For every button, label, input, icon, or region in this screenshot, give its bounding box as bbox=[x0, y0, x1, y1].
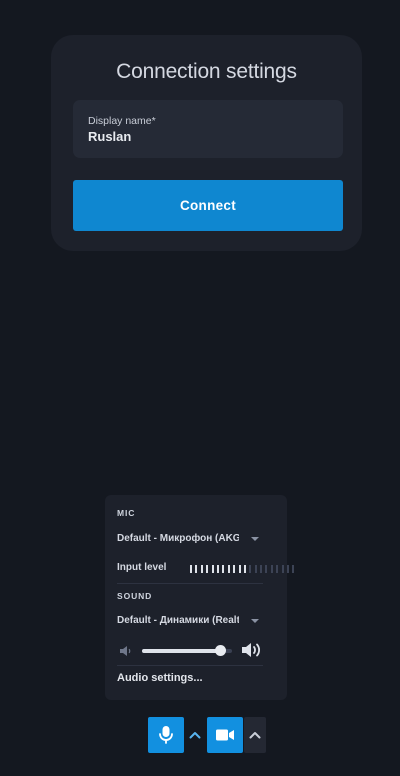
connection-settings-card: Connection settings Display name* Ruslan… bbox=[51, 35, 362, 251]
mic-section-label: MIC bbox=[117, 508, 136, 518]
level-segment bbox=[254, 565, 257, 573]
chevron-up-icon bbox=[189, 732, 201, 739]
divider bbox=[117, 665, 263, 666]
level-segment bbox=[190, 565, 192, 573]
input-level-meter bbox=[190, 565, 295, 573]
mic-options-button[interactable] bbox=[184, 717, 206, 753]
level-segment bbox=[195, 565, 198, 573]
connect-button[interactable]: Connect bbox=[73, 180, 343, 231]
volume-slider[interactable] bbox=[142, 645, 232, 656]
level-segment bbox=[233, 565, 236, 573]
level-segment bbox=[276, 565, 279, 573]
level-segment bbox=[281, 565, 284, 573]
level-segment bbox=[206, 565, 209, 573]
level-segment bbox=[260, 565, 263, 573]
level-segment bbox=[270, 565, 273, 573]
volume-slider-thumb[interactable] bbox=[215, 645, 227, 656]
volume-slider-fill bbox=[142, 649, 222, 653]
card-title: Connection settings bbox=[116, 60, 297, 83]
sound-section-label: SOUND bbox=[117, 591, 153, 601]
chevron-up-icon bbox=[249, 732, 261, 739]
level-segment bbox=[238, 565, 241, 573]
microphone-icon bbox=[159, 726, 173, 744]
level-segment bbox=[216, 565, 219, 573]
mic-device-value: Default - Микрофон (AKG C44-USB) bbox=[117, 533, 239, 544]
level-segment bbox=[227, 565, 230, 573]
audio-settings-popup: MIC Default - Микрофон (AKG C44-USB) Inp… bbox=[105, 495, 295, 700]
display-name-label-text: Display name bbox=[88, 115, 152, 127]
mic-device-select[interactable]: Default - Микрофон (AKG C44-USB) bbox=[117, 531, 263, 547]
display-name-label: Display name* bbox=[88, 115, 156, 127]
volume-low-icon[interactable] bbox=[119, 645, 133, 657]
level-segment bbox=[287, 565, 290, 573]
video-camera-icon bbox=[216, 729, 234, 741]
display-name-value[interactable]: Ruslan bbox=[88, 129, 131, 144]
volume-high-icon[interactable] bbox=[241, 641, 263, 659]
mic-toggle-button[interactable] bbox=[148, 717, 184, 753]
input-level-label: Input level bbox=[117, 562, 167, 573]
caret-down-icon bbox=[251, 537, 259, 541]
level-segment bbox=[249, 565, 252, 573]
required-marker: * bbox=[151, 115, 156, 127]
level-segment bbox=[243, 565, 246, 573]
level-segment bbox=[211, 565, 214, 573]
camera-toggle-button[interactable] bbox=[207, 717, 243, 753]
camera-options-button[interactable] bbox=[244, 717, 266, 753]
display-name-field[interactable]: Display name* Ruslan bbox=[73, 100, 343, 158]
level-segment bbox=[265, 565, 268, 573]
level-segment bbox=[222, 565, 225, 573]
sound-device-select[interactable]: Default - Динамики (Realtek High Definit… bbox=[117, 613, 263, 629]
audio-settings-link[interactable]: Audio settings... bbox=[117, 672, 203, 684]
level-segment bbox=[292, 565, 295, 573]
sound-device-value: Default - Динамики (Realtek High Definit… bbox=[117, 615, 239, 626]
level-segment bbox=[200, 565, 203, 573]
caret-down-icon bbox=[251, 619, 259, 623]
divider bbox=[117, 583, 263, 584]
